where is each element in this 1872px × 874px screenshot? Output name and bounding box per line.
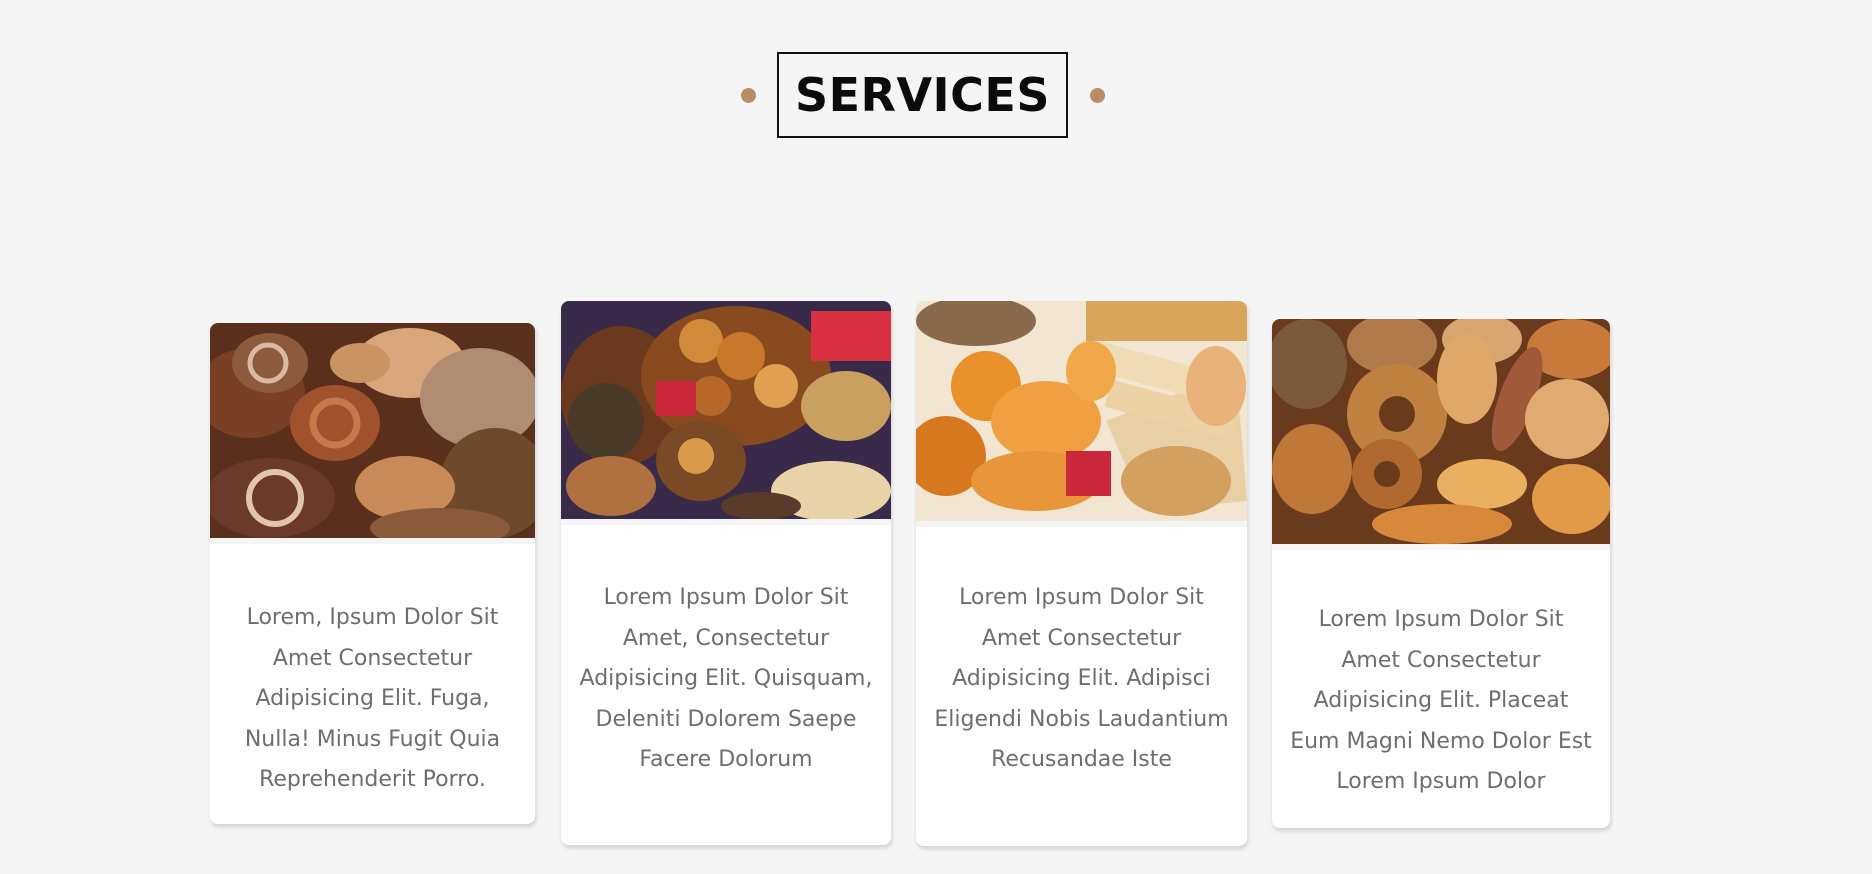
service-card-text: Lorem, Ipsum Dolor Sit Amet Consectetur …: [244, 605, 501, 792]
bakery-assortment-photo-icon: [1272, 319, 1610, 544]
section-title-box: SERVICES: [777, 52, 1068, 138]
section-header: SERVICES: [0, 52, 1872, 138]
section-title: SERVICES: [794, 68, 1050, 122]
bread-basket-photo-icon: [561, 301, 891, 519]
photo-divider: [210, 538, 535, 544]
service-card-text: Lorem Ipsum Dolor Sit Amet Consectetur A…: [1290, 607, 1592, 794]
decorative-dot-right: [1090, 88, 1105, 103]
service-card-text: Lorem Ipsum Dolor Sit Amet, Consectetur …: [579, 585, 873, 772]
service-card-text: Lorem Ipsum Dolor Sit Amet Consectetur A…: [934, 585, 1229, 772]
service-card-2: Lorem Ipsum Dolor Sit Amet, Consectetur …: [561, 301, 891, 845]
service-card-4: Lorem Ipsum Dolor Sit Amet Consectetur A…: [1272, 319, 1610, 828]
service-card-1: Lorem, Ipsum Dolor Sit Amet Consectetur …: [210, 323, 535, 824]
photo-divider: [1272, 544, 1610, 550]
service-card-3: Lorem Ipsum Dolor Sit Amet Consectetur A…: [916, 301, 1247, 846]
photo-divider: [561, 519, 891, 525]
bread-photo-icon: [210, 323, 535, 538]
decorative-dot-left: [741, 88, 756, 103]
croissant-photo-icon: [916, 301, 1247, 521]
photo-divider: [916, 521, 1247, 527]
